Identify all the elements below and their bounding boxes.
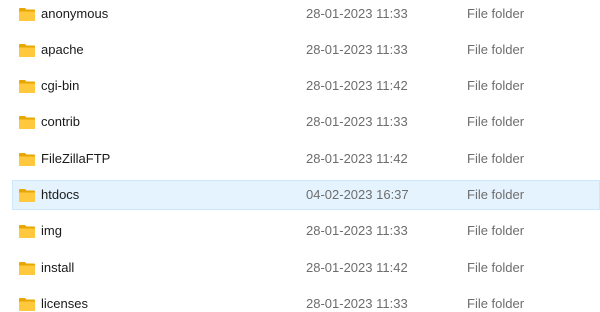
folder-icon — [19, 224, 35, 238]
file-type: File folder — [467, 78, 525, 93]
file-type: File folder — [467, 296, 525, 311]
file-row[interactable]: licenses 28-01-2023 11:33 File folder — [12, 289, 600, 312]
file-type: File folder — [467, 223, 525, 238]
file-row-selected[interactable]: htdocs 04-02-2023 16:37 File folder — [12, 180, 600, 210]
date-modified: 28-01-2023 11:33 — [306, 223, 408, 238]
date-modified: 28-01-2023 11:42 — [306, 78, 408, 93]
file-name: apache — [41, 42, 84, 57]
file-row[interactable]: FileZillaFTP 28-01-2023 11:42 File folde… — [12, 144, 600, 174]
file-name: contrib — [41, 114, 81, 129]
file-type: File folder — [467, 114, 525, 129]
folder-icon — [19, 188, 35, 202]
file-name: cgi-bin — [41, 78, 80, 93]
file-type: File folder — [467, 187, 525, 202]
folder-icon — [19, 7, 35, 21]
file-name: FileZillaFTP — [41, 151, 111, 166]
file-name: htdocs — [41, 187, 80, 202]
file-name: anonymous — [41, 6, 109, 21]
folder-icon — [19, 43, 35, 57]
date-modified: 28-01-2023 11:42 — [306, 151, 408, 166]
file-name: licenses — [41, 296, 88, 311]
folder-icon — [19, 261, 35, 275]
file-row[interactable]: cgi-bin 28-01-2023 11:42 File folder — [12, 71, 600, 101]
folder-icon — [19, 297, 35, 311]
folder-icon — [19, 115, 35, 129]
file-row[interactable]: apache 28-01-2023 11:33 File folder — [12, 35, 600, 65]
file-row[interactable]: install 28-01-2023 11:42 File folder — [12, 253, 600, 283]
file-row[interactable]: img 28-01-2023 11:33 File folder — [12, 216, 600, 246]
date-modified: 28-01-2023 11:42 — [306, 260, 408, 275]
date-modified: 28-01-2023 11:33 — [306, 296, 408, 311]
file-name: img — [41, 223, 62, 238]
file-type: File folder — [467, 6, 525, 21]
date-modified: 28-01-2023 11:33 — [306, 6, 408, 21]
date-modified: 28-01-2023 11:33 — [306, 42, 408, 57]
file-type: File folder — [467, 260, 525, 275]
date-modified: 04-02-2023 16:37 — [306, 187, 409, 202]
file-row[interactable]: anonymous 28-01-2023 11:33 File folder — [12, 0, 600, 29]
file-name: install — [41, 260, 75, 275]
file-row[interactable]: contrib 28-01-2023 11:33 File folder — [12, 107, 600, 137]
file-type: File folder — [467, 42, 525, 57]
file-type: File folder — [467, 151, 525, 166]
file-list: anonymous 28-01-2023 11:33 File folder a… — [0, 0, 600, 312]
date-modified: 28-01-2023 11:33 — [306, 114, 408, 129]
folder-icon — [19, 152, 35, 166]
folder-icon — [19, 79, 35, 93]
